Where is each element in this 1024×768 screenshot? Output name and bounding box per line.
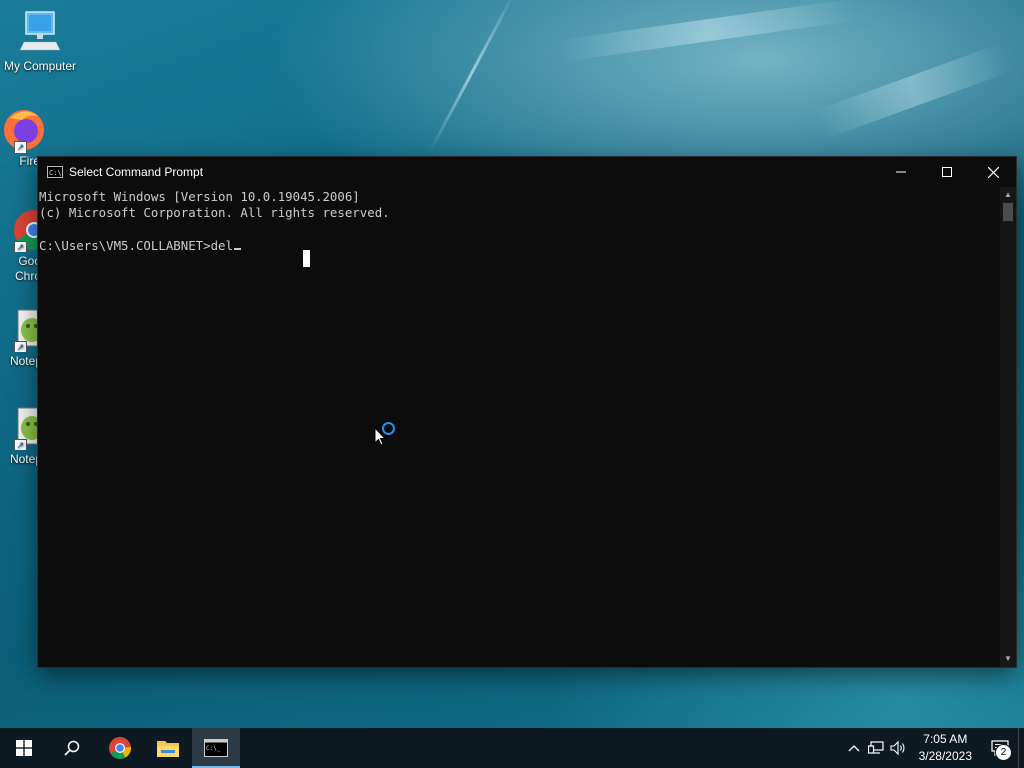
cmd-app-icon: C:\ [47,166,63,178]
minimize-button[interactable] [878,157,924,187]
taskbar-clock[interactable]: 7:05 AM 3/28/2023 [909,731,982,765]
cmd-icon: C:\_ [204,739,228,757]
search-icon [64,740,80,756]
desktop-icon-label: My Computer [3,59,77,73]
scroll-up-arrow-icon[interactable]: ▲ [1000,187,1016,203]
mouse-ibeam-marker [303,250,310,267]
desktop-icon-notepad-1[interactable]: ↗ Notep [0,308,42,368]
taskbar-file-explorer-button[interactable] [144,728,192,768]
clock-date: 3/28/2023 [918,749,972,763]
desktop-icon-label: Notep [9,354,42,368]
console-prompt-line: C:\Users\VM5.COLLABNET>del [39,238,1000,254]
busy-spinner-icon [382,422,395,435]
action-center-button[interactable]: 2 [982,728,1018,768]
taskbar-command-prompt-button[interactable]: C:\_ [192,728,240,768]
system-tray: 7:05 AM 3/28/2023 2 [843,728,1024,768]
command-prompt-window[interactable]: C:\ Select Command Prompt Microsoft Wind… [38,157,1016,667]
close-button[interactable] [970,157,1016,187]
network-button[interactable] [865,728,887,768]
shortcut-arrow-icon: ↗ [14,141,27,154]
shortcut-arrow-icon: ↗ [14,341,27,352]
window-titlebar[interactable]: C:\ Select Command Prompt [38,157,1016,187]
console-prompt-text: C:\Users\VM5.COLLABNET>del [39,237,233,253]
search-button[interactable] [48,728,96,768]
window-title: Select Command Prompt [69,165,204,179]
show-desktop-button[interactable] [1018,728,1024,768]
show-hidden-icons-button[interactable] [843,728,865,768]
folder-icon [157,741,179,757]
clock-time: 7:05 AM [923,732,968,746]
text-caret [233,247,241,250]
maximize-icon [942,167,952,177]
svg-text:C:\_: C:\_ [206,745,221,752]
vertical-scrollbar[interactable]: ▲ ▼ [1000,187,1016,667]
desktop-icon-notepad-2[interactable]: ↗ Notep [0,406,42,466]
taskbar-chrome-button[interactable] [96,728,144,768]
speaker-icon [890,741,905,755]
minimize-icon [896,171,906,173]
close-icon [987,166,999,178]
computer-icon [19,11,61,51]
chrome-icon [109,737,132,759]
chevron-up-icon [848,745,860,752]
console-output[interactable]: Microsoft Windows [Version 10.0.19045.20… [39,187,1000,667]
maximize-button[interactable] [924,157,970,187]
start-button[interactable] [0,728,48,768]
scroll-down-arrow-icon[interactable]: ▼ [1000,651,1016,667]
shortcut-arrow-icon: ↗ [14,241,27,252]
desktop-icon-label: Notep [9,452,42,466]
notification-count-badge: 2 [995,744,1012,761]
taskbar: C:\_ 7:05 AM 3/28/2023 2 [0,728,1024,768]
shortcut-arrow-icon: ↗ [14,439,27,450]
desktop-icon-my-computer[interactable]: My Computer [0,10,80,73]
volume-button[interactable] [887,728,909,768]
scroll-thumb[interactable] [1003,203,1013,221]
network-icon [867,741,884,754]
console-line: (c) Microsoft Corporation. All rights re… [39,205,390,221]
console-line: Microsoft Windows [Version 10.0.19045.20… [39,189,360,204]
windows-logo-icon [16,740,32,756]
